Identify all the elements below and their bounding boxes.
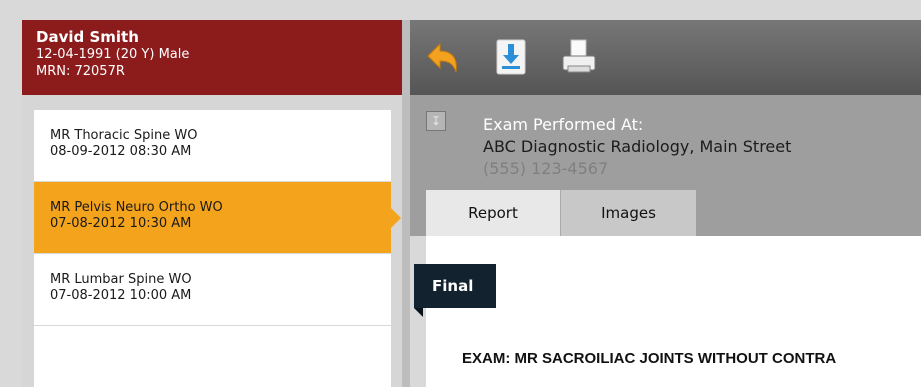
collapse-icon[interactable]: ↧ (426, 111, 446, 131)
panel-divider (402, 20, 410, 387)
patient-panel: David Smith 12-04-1991 (20 Y) Male MRN: … (22, 20, 402, 387)
exam-title: MR Pelvis Neuro Ortho WO (50, 200, 223, 215)
patient-header: David Smith 12-04-1991 (20 Y) Male MRN: … (22, 20, 402, 95)
patient-mrn: MRN: 72057R (36, 64, 125, 79)
patient-details: 12-04-1991 (20 Y) Male (36, 47, 190, 62)
exam-datetime: 08-09-2012 08:30 AM (50, 144, 192, 159)
performed-phone: (555) 123-4567 (483, 159, 609, 178)
exam-title: MR Thoracic Spine WO (50, 128, 198, 143)
patient-name: David Smith (36, 28, 139, 46)
exam-datetime: 07-08-2012 10:30 AM (50, 216, 192, 231)
undo-arrow-icon[interactable] (418, 34, 464, 80)
exam-list: MR Thoracic Spine WO 08-09-2012 08:30 AM… (34, 110, 401, 387)
tab-images[interactable]: Images (560, 190, 696, 236)
toolbar (410, 20, 921, 95)
exam-item-thoracic-spine[interactable]: MR Thoracic Spine WO 08-09-2012 08:30 AM (34, 110, 391, 182)
print-icon[interactable] (556, 34, 602, 80)
exam-datetime: 07-08-2012 10:00 AM (50, 288, 192, 303)
exam-item-lumbar-spine[interactable]: MR Lumbar Spine WO 07-08-2012 10:00 AM (34, 254, 391, 326)
report-exam-line: EXAM: MR SACROILIAC JOINTS WITHOUT CONTR… (462, 350, 837, 367)
performed-label: Exam Performed At: (483, 115, 644, 134)
exam-performed-panel: ↧ Exam Performed At: ABC Diagnostic Radi… (410, 95, 921, 190)
performed-place: ABC Diagnostic Radiology, Main Street (483, 137, 792, 156)
status-badge: Final (414, 264, 496, 317)
tab-strip: Report Images (410, 190, 921, 236)
exam-title: MR Lumbar Spine WO (50, 272, 192, 287)
download-icon[interactable] (488, 34, 534, 80)
tab-report[interactable]: Report (426, 190, 560, 236)
exam-item-pelvis-neuro-ortho[interactable]: MR Pelvis Neuro Ortho WO 07-08-2012 10:3… (34, 182, 401, 254)
